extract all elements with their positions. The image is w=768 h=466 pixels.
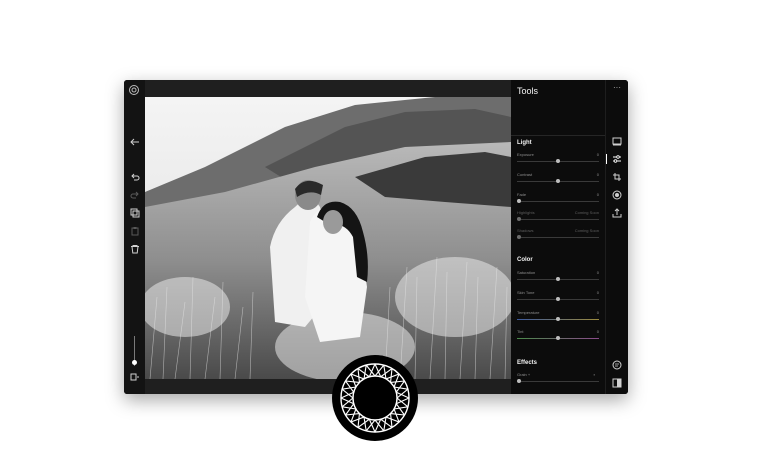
section-color-title: Color [517, 257, 533, 263]
undo-icon[interactable] [129, 172, 141, 184]
divider [511, 135, 605, 136]
slider-knob[interactable] [517, 199, 521, 203]
slider-saturation[interactable]: Saturation 0 [517, 270, 599, 284]
delete-icon[interactable] [129, 244, 141, 256]
back-arrow-icon[interactable] [129, 137, 141, 149]
compare-icon[interactable] [129, 373, 141, 383]
export-icon[interactable] [611, 208, 623, 220]
slider-exposure[interactable]: Exposure 0 [517, 152, 599, 166]
slider-value: 0 [596, 152, 599, 157]
canvas-top-bar [145, 80, 511, 97]
slider-value: 0 [596, 329, 599, 334]
app-logo [332, 355, 418, 441]
slider-label: Exposure [517, 152, 534, 157]
slider-label: Tint [517, 329, 524, 334]
crop-icon[interactable] [611, 172, 623, 184]
slider-label: Highlights [517, 210, 535, 215]
panel-title: Tools [517, 86, 539, 96]
active-indicator [606, 154, 607, 164]
vsco-logo-icon [332, 355, 418, 441]
slider-track [517, 219, 599, 220]
slider-knob[interactable] [517, 379, 521, 383]
slider-grain[interactable]: Grain + ▪ [517, 372, 599, 386]
ellipsis-icon[interactable]: ··· [611, 83, 623, 93]
slider-knob[interactable] [556, 317, 560, 321]
slider-track [517, 237, 599, 238]
slider-value: 0 [596, 270, 599, 275]
slider-label: Shadows [517, 228, 534, 233]
presets-icon[interactable] [611, 190, 623, 202]
slider-highlights: Highlights Coming Soon [517, 210, 599, 224]
section-light-title: Light [517, 140, 532, 146]
slider-track[interactable] [517, 381, 599, 382]
redo-icon[interactable] [129, 190, 141, 202]
slider-skin-tone[interactable]: Skin Tone 0 [517, 290, 599, 304]
right-toolbar: ··· [605, 80, 628, 394]
photo-canvas[interactable] [145, 97, 511, 379]
slider-knob [517, 235, 521, 239]
couple-photo [145, 97, 511, 379]
slider-label: Fade [517, 192, 527, 197]
slider-track[interactable] [517, 201, 599, 202]
slider-label: Grain + [517, 372, 531, 377]
paste-icon[interactable] [129, 226, 141, 238]
slider-fade[interactable]: Fade 0 [517, 192, 599, 206]
preview-icon[interactable] [611, 137, 623, 148]
slider-knob[interactable] [556, 159, 560, 163]
slider-knob[interactable] [556, 179, 560, 183]
zoom-slider[interactable] [132, 336, 137, 366]
slider-shadows: Shadows Coming Soon [517, 228, 599, 242]
slider-temperature[interactable]: Temperature 0 [517, 310, 599, 324]
slider-label: Skin Tone [517, 290, 535, 295]
slider-value: Coming Soon [574, 228, 599, 233]
slider-tint[interactable]: Tint 0 [517, 329, 599, 343]
slider-value: 0 [596, 172, 599, 177]
settings-icon[interactable] [128, 84, 140, 98]
slider-label: Temperature [517, 310, 540, 315]
slider-label: Contrast [517, 172, 533, 177]
canvas-bottom-bar [145, 379, 511, 394]
slider-knob [517, 217, 521, 221]
history-icon[interactable] [611, 360, 623, 372]
slider-value: 0 [596, 310, 599, 315]
section-effects-title: Effects [517, 360, 538, 366]
slider-knob[interactable] [556, 336, 560, 340]
slider-value: 0 [596, 290, 599, 295]
lock-icon: ▪ [593, 372, 595, 377]
adjust-icon[interactable] [611, 154, 623, 166]
slider-knob[interactable] [556, 277, 560, 281]
tools-panel: Tools Light Exposure 0 Contrast 0 Fade 0… [511, 80, 605, 394]
zoom-slider-knob[interactable] [132, 360, 137, 365]
editor-window: Tools Light Exposure 0 Contrast 0 Fade 0… [124, 80, 628, 394]
slider-label: Saturation [517, 270, 536, 275]
slider-value: Coming Soon [574, 210, 599, 215]
slider-value: 0 [596, 192, 599, 197]
left-toolbar [124, 80, 145, 394]
slider-contrast[interactable]: Contrast 0 [517, 172, 599, 186]
split-view-icon[interactable] [611, 378, 623, 390]
slider-knob[interactable] [556, 297, 560, 301]
copy-icon[interactable] [129, 208, 141, 220]
